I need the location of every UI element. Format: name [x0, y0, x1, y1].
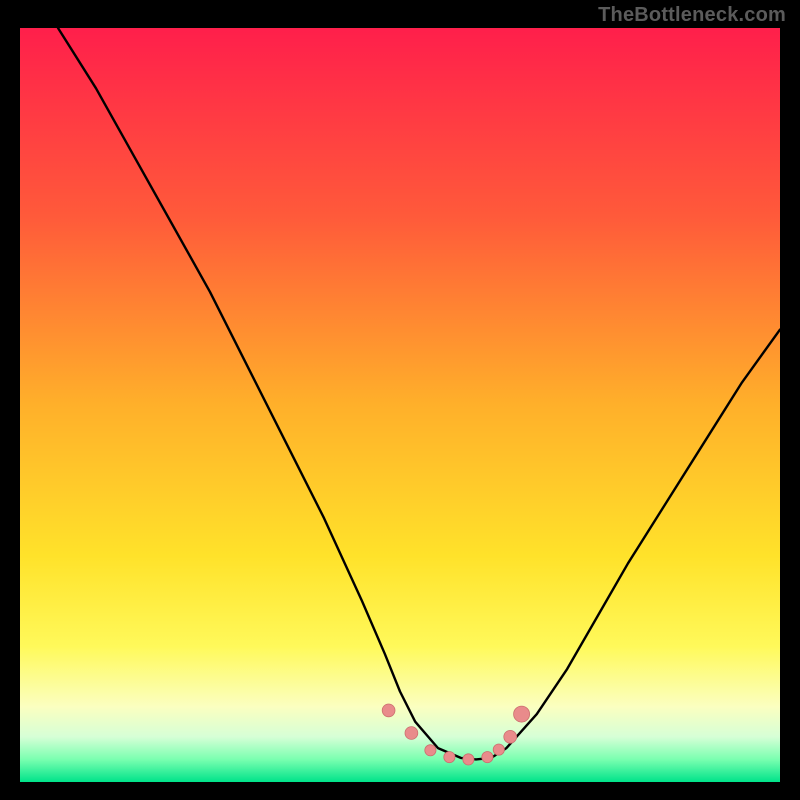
trough-marker — [463, 754, 474, 765]
plot-area — [20, 28, 780, 782]
trough-marker — [444, 752, 455, 763]
trough-marker — [482, 752, 493, 763]
trough-marker — [382, 704, 395, 717]
chart-frame: TheBottleneck.com — [0, 0, 800, 800]
trough-marker — [493, 744, 504, 755]
trough-marker — [425, 745, 436, 756]
trough-marker — [504, 730, 517, 743]
chart-svg — [20, 28, 780, 782]
trough-marker — [514, 706, 530, 722]
trough-marker — [405, 727, 418, 740]
watermark-label: TheBottleneck.com — [598, 4, 786, 27]
gradient-background — [20, 28, 780, 782]
